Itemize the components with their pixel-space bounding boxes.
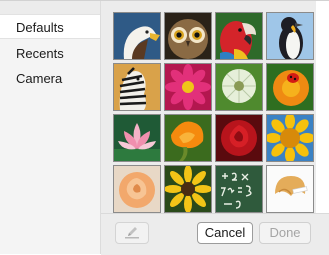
image-grid: [101, 1, 316, 213]
chalkboard-image[interactable]: [215, 165, 263, 213]
grid-scrollbar-track[interactable]: [316, 1, 329, 213]
eagle-image[interactable]: [113, 12, 161, 60]
dandelion-image[interactable]: [215, 63, 263, 111]
red-rose-image[interactable]: [215, 114, 263, 162]
sidebar-top-strip: [0, 1, 100, 15]
fortune-cookie-image[interactable]: [266, 165, 314, 213]
sunflower-image[interactable]: [266, 114, 314, 162]
orange-poppy-image[interactable]: [164, 114, 212, 162]
edit-button[interactable]: [115, 222, 149, 244]
peach-rose-image[interactable]: [113, 165, 161, 213]
sidebar-item-camera[interactable]: Camera: [0, 66, 100, 91]
bottom-toolbar: Cancel Done: [101, 213, 329, 255]
penguin-image[interactable]: [266, 12, 314, 60]
zebra-image[interactable]: [113, 63, 161, 111]
yellow-daisy-image[interactable]: [164, 165, 212, 213]
sidebar-item-defaults[interactable]: Defaults: [0, 14, 100, 39]
pencil-icon: [125, 227, 139, 239]
parrot-image[interactable]: [215, 12, 263, 60]
cancel-button[interactable]: Cancel: [197, 222, 253, 244]
sidebar-item-recents[interactable]: Recents: [0, 41, 100, 66]
pink-dahlia-image[interactable]: [164, 63, 212, 111]
sidebar: Defaults Recents Camera: [0, 1, 101, 254]
image-picker-panel: Defaults Recents Camera Cancel Done: [0, 0, 329, 255]
owl-image[interactable]: [164, 12, 212, 60]
ladybug-flower-image[interactable]: [266, 63, 314, 111]
done-button[interactable]: Done: [259, 222, 311, 244]
lotus-image[interactable]: [113, 114, 161, 162]
